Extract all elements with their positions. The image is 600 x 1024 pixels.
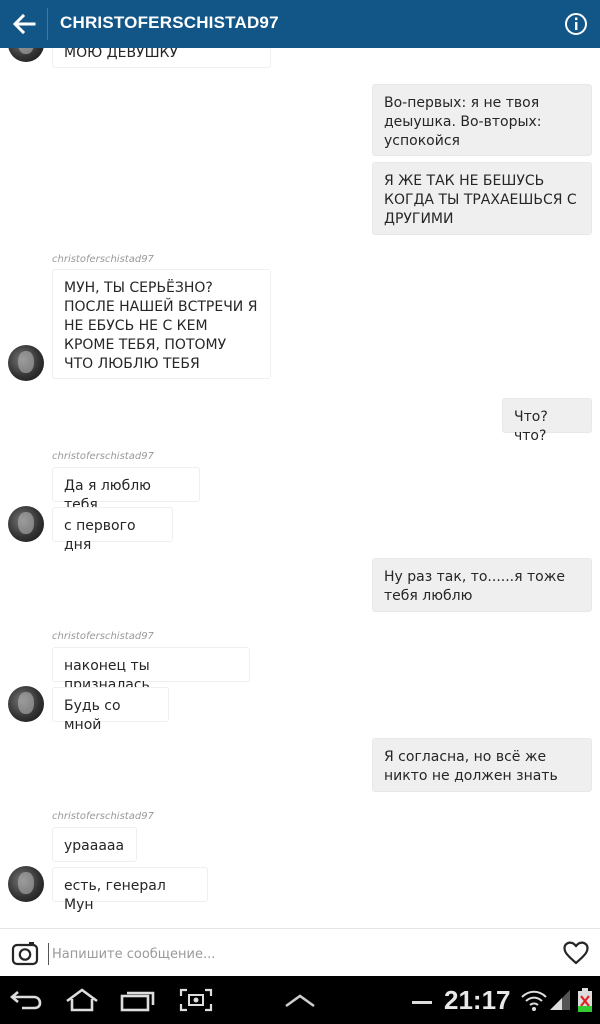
- outgoing-message[interactable]: Что?что?: [502, 398, 592, 444]
- avatar[interactable]: [8, 686, 44, 722]
- sender-name: christoferschistad97: [52, 811, 154, 822]
- outgoing-message[interactable]: Я согласна, но всё же никто не должен зн…: [372, 738, 592, 792]
- header-divider: [47, 8, 48, 40]
- avatar[interactable]: [8, 345, 44, 381]
- system-nav-bar: 21:17: [0, 976, 600, 1024]
- incoming-message[interactable]: наконец ты призналась: [52, 647, 250, 693]
- incoming-message[interactable]: Да я люблю тебя: [52, 467, 200, 513]
- conversation-title[interactable]: CHRISTOFERSCHISTAD97: [60, 13, 279, 33]
- incoming-message[interactable]: Будь со мной: [52, 687, 169, 733]
- screenshot-icon[interactable]: [178, 988, 214, 1012]
- incoming-message[interactable]: есть, генерал Мун: [52, 867, 208, 913]
- camera-icon[interactable]: [11, 939, 39, 967]
- wifi-icon: [521, 990, 547, 1011]
- signal-icon: [550, 990, 570, 1010]
- message-thread[interactable]: МОЮ ДЕВУШКУ Во-первых: я не твоя деыушка…: [0, 48, 600, 928]
- nav-back-icon[interactable]: [8, 988, 44, 1012]
- sender-name: christoferschistad97: [52, 451, 154, 462]
- incoming-message[interactable]: МОЮ ДЕВУШКУ: [52, 48, 271, 68]
- sender-name: christoferschistad97: [52, 254, 154, 265]
- battery-icon: [578, 988, 592, 1012]
- avatar[interactable]: [8, 866, 44, 902]
- avatar[interactable]: [8, 48, 44, 62]
- header-bar: CHRISTOFERSCHISTAD97: [0, 0, 600, 48]
- nav-home-icon[interactable]: [64, 988, 100, 1012]
- outgoing-message[interactable]: Я ЖЕ ТАК НЕ БЕШУСЬ КОГДА ТЫ ТРАХАЕШЬСЯ С…: [372, 162, 592, 235]
- message-input[interactable]: [48, 943, 548, 965]
- outgoing-message[interactable]: Ну раз так, то......я тоже тебя люблю: [372, 558, 592, 612]
- message-composer: [0, 928, 600, 976]
- back-arrow-icon[interactable]: [10, 10, 38, 38]
- nav-up-icon[interactable]: [282, 988, 318, 1012]
- avatar[interactable]: [8, 506, 44, 542]
- clock-time: 21:17: [444, 985, 511, 1015]
- incoming-message[interactable]: ураааaa: [52, 827, 137, 862]
- heart-icon[interactable]: [563, 941, 589, 965]
- sender-name: christoferschistad97: [52, 631, 154, 642]
- nav-recent-icon[interactable]: [120, 988, 156, 1012]
- incoming-message[interactable]: с первого дня: [52, 507, 173, 553]
- info-icon[interactable]: [564, 12, 588, 36]
- outgoing-message[interactable]: Во-первых: я не твоя деыушка. Во-вторых:…: [372, 84, 592, 156]
- incoming-message[interactable]: МУН, ТЫ СЕРЬЁЗНО? ПОСЛЕ НАШЕЙ ВСТРЕЧИ Я …: [52, 269, 271, 379]
- minimize-icon: [412, 1001, 432, 1004]
